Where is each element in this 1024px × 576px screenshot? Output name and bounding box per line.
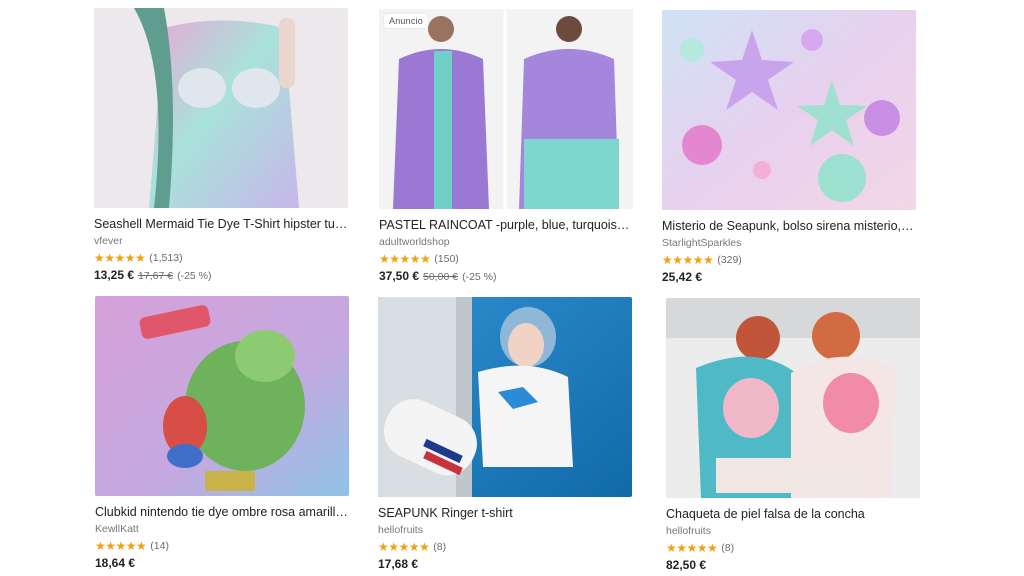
listing-image-3[interactable] xyxy=(662,10,916,210)
price: 17,68 € xyxy=(378,557,419,571)
shop-name[interactable]: adultworldshop xyxy=(379,236,633,249)
rating: ★★★★★ (150) xyxy=(379,252,633,266)
price-row: 25,42 € xyxy=(662,270,916,285)
listing-title[interactable]: PASTEL RAINCOAT -purple, blue, turquoise… xyxy=(379,218,633,233)
rating: ★★★★★ (8) xyxy=(666,541,920,555)
star-rating-icon: ★★★★★ xyxy=(94,251,146,265)
listing-card-6[interactable]: Chaqueta de piel falsa de la concha hell… xyxy=(666,298,920,573)
rating: ★★★★★ (14) xyxy=(95,539,349,553)
listing-title[interactable]: Misterio de Seapunk, bolso sirena mister… xyxy=(662,219,916,234)
shop-name[interactable]: KewllKatt xyxy=(95,523,349,536)
review-count: (1,513) xyxy=(149,252,183,264)
review-count: (8) xyxy=(433,541,447,553)
review-count: (329) xyxy=(717,254,742,266)
listing-card-1[interactable]: Seashell Mermaid Tie Dye T-Shirt hipster… xyxy=(94,8,348,284)
discount: (-25 %) xyxy=(462,271,497,283)
star-rating-icon: ★★★★★ xyxy=(666,541,718,555)
listing-image-2[interactable]: Anuncio xyxy=(379,9,633,209)
listing-image-5[interactable] xyxy=(378,297,632,497)
shop-name[interactable]: StarlightSparkles xyxy=(662,237,916,250)
original-price: 17,67 € xyxy=(138,270,174,282)
listing-title[interactable]: Seashell Mermaid Tie Dye T-Shirt hipster… xyxy=(94,217,348,232)
star-rating-icon: ★★★★★ xyxy=(662,253,714,267)
star-rating-icon: ★★★★★ xyxy=(378,540,430,554)
listing-image-1[interactable] xyxy=(94,8,348,208)
rating: ★★★★★ (8) xyxy=(378,540,632,554)
listing-card-2[interactable]: Anuncio PASTEL RAINCOAT -purple, blue, t… xyxy=(379,9,633,285)
price: 18,64 € xyxy=(95,556,136,570)
original-price: 50,00 € xyxy=(423,271,459,283)
rating: ★★★★★ (329) xyxy=(662,253,916,267)
listing-card-3[interactable]: Misterio de Seapunk, bolso sirena mister… xyxy=(662,10,916,285)
price: 25,42 € xyxy=(662,270,703,284)
price-row: 37,50 € 50,00 € (-25 %) xyxy=(379,269,633,285)
price: 82,50 € xyxy=(666,558,707,572)
review-count: (8) xyxy=(721,542,735,554)
listing-card-4[interactable]: Clubkid nintendo tie dye ombre rosa amar… xyxy=(95,296,349,571)
listing-title[interactable]: Chaqueta de piel falsa de la concha xyxy=(666,507,920,522)
star-rating-icon: ★★★★★ xyxy=(95,539,147,553)
listing-title[interactable]: SEAPUNK Ringer t-shirt xyxy=(378,506,632,521)
price-row: 17,68 € xyxy=(378,557,632,572)
price-row: 82,50 € xyxy=(666,558,920,573)
listing-image-4[interactable] xyxy=(95,296,349,496)
review-count: (14) xyxy=(150,540,169,552)
listing-title[interactable]: Clubkid nintendo tie dye ombre rosa amar… xyxy=(95,505,349,520)
shop-name[interactable]: vfever xyxy=(94,235,348,248)
ad-badge: Anuncio xyxy=(384,14,428,28)
star-rating-icon: ★★★★★ xyxy=(379,252,431,266)
price: 37,50 € xyxy=(379,269,420,283)
price-row: 18,64 € xyxy=(95,556,349,571)
listing-image-6[interactable] xyxy=(666,298,920,498)
price: 13,25 € xyxy=(94,268,135,282)
rating: ★★★★★ (1,513) xyxy=(94,251,348,265)
discount: (-25 %) xyxy=(177,270,212,282)
shop-name[interactable]: hellofruits xyxy=(666,525,920,538)
listing-card-5[interactable]: SEAPUNK Ringer t-shirt hellofruits ★★★★★… xyxy=(378,297,632,572)
price-row: 13,25 € 17,67 € (-25 %) xyxy=(94,268,348,284)
shop-name[interactable]: hellofruits xyxy=(378,524,632,537)
review-count: (150) xyxy=(434,253,459,265)
